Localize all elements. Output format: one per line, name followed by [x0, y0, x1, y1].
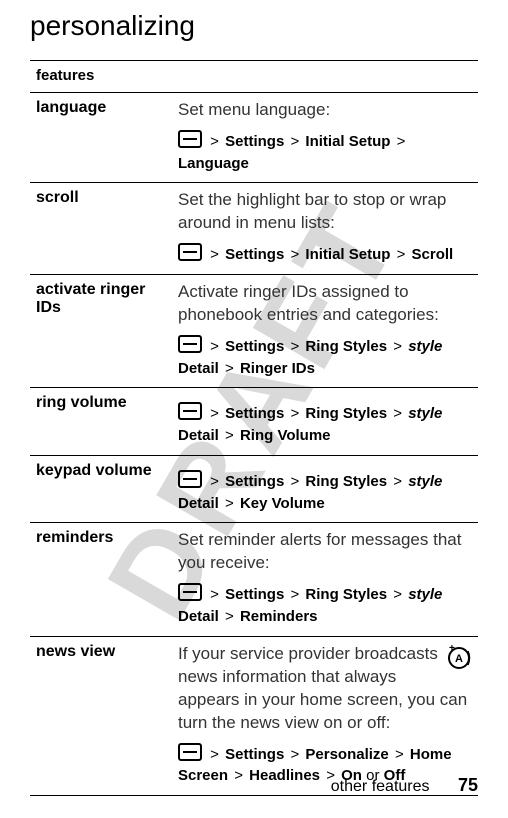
- menu-key-icon: [178, 583, 202, 601]
- table-row: languageSet menu language: > Settings > …: [30, 93, 478, 183]
- menu-path: > Settings > Ring Styles > style Detail …: [178, 333, 472, 380]
- feature-description: If your service provider broadcasts news…: [178, 643, 472, 735]
- table-row: keypad volume > Settings > Ring Styles >…: [30, 455, 478, 523]
- feature-cell: Activate ringer IDs assigned to phoneboo…: [172, 275, 478, 388]
- feature-cell: Set reminder alerts for messages that yo…: [172, 523, 478, 636]
- menu-path: > Settings > Initial Setup > Scroll: [178, 241, 472, 266]
- menu-key-icon: [178, 402, 202, 420]
- feature-description: Set reminder alerts for messages that yo…: [178, 529, 472, 575]
- menu-path: > Settings > Ring Styles > style Detail …: [178, 400, 472, 447]
- svg-text:A: A: [455, 653, 463, 665]
- table-row: activate ringer IDsActivate ringer IDs a…: [30, 275, 478, 388]
- feature-name: activate ringer IDs: [30, 275, 172, 388]
- feature-cell: > Settings > Ring Styles > style Detail …: [172, 455, 478, 523]
- table-row: ring volume > Settings > Ring Styles > s…: [30, 388, 478, 456]
- feature-name: keypad volume: [30, 455, 172, 523]
- feature-name: language: [30, 93, 172, 183]
- menu-key-icon: [178, 243, 202, 261]
- table-row: scrollSet the highlight bar to stop or w…: [30, 183, 478, 275]
- menu-key-icon: [178, 470, 202, 488]
- feature-name: reminders: [30, 523, 172, 636]
- feature-cell: Set menu language: > Settings > Initial …: [172, 93, 478, 183]
- page-title: personalizing: [30, 10, 478, 42]
- menu-path: > Settings > Initial Setup > Language: [178, 128, 472, 175]
- features-table: features languageSet menu language: > Se…: [30, 60, 478, 796]
- feature-description: Set the highlight bar to stop or wrap ar…: [178, 189, 472, 235]
- table-row: remindersSet reminder alerts for message…: [30, 523, 478, 636]
- feature-name: scroll: [30, 183, 172, 275]
- svg-text:+: +: [449, 645, 455, 654]
- feature-cell: Set the highlight bar to stop or wrap ar…: [172, 183, 478, 275]
- feature-description: Set menu language:: [178, 99, 472, 122]
- feature-description: Activate ringer IDs assigned to phoneboo…: [178, 281, 472, 327]
- feature-cell: > Settings > Ring Styles > style Detail …: [172, 388, 478, 456]
- menu-key-icon: [178, 335, 202, 353]
- feature-name: ring volume: [30, 388, 172, 456]
- page-content: personalizing features languageSet menu …: [0, 0, 508, 796]
- feature-cell: A+If your service provider broadcasts ne…: [172, 636, 478, 795]
- menu-key-icon: [178, 743, 202, 761]
- menu-path: > Settings > Personalize > Home Screen >…: [178, 741, 472, 788]
- network-feature-icon: A+: [446, 645, 472, 671]
- menu-key-icon: [178, 130, 202, 148]
- table-row: news viewA+If your service provider broa…: [30, 636, 478, 795]
- table-header-row: features: [30, 61, 478, 93]
- features-header: features: [30, 61, 478, 93]
- menu-path: > Settings > Ring Styles > style Detail …: [178, 581, 472, 628]
- feature-name: news view: [30, 636, 172, 795]
- menu-path: > Settings > Ring Styles > style Detail …: [178, 468, 472, 515]
